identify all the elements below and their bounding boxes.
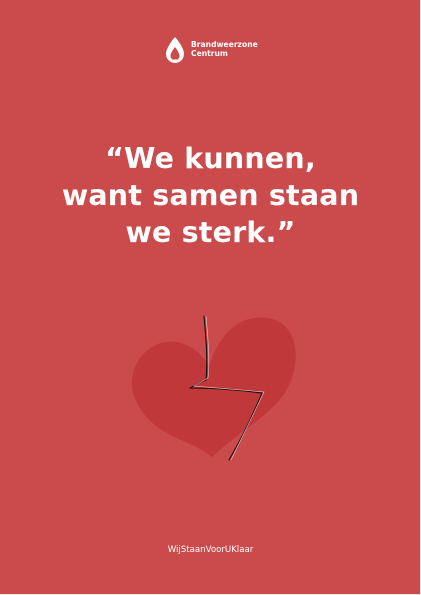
flame-drop-icon: [166, 37, 184, 63]
quote-line-1: “We kunnen,: [105, 142, 316, 175]
quote-line-2: want samen staan: [61, 179, 360, 212]
quote-line-3: we sterk.”: [125, 216, 296, 249]
brand-name: Brandweerzone Centrum: [191, 40, 258, 58]
hashtag-text: WijStaanVoorUKlaar: [167, 545, 254, 555]
quote-heading: “We kunnen, want samen staan we sterk.”: [20, 140, 401, 251]
poster: Brandweerzone Centrum “We kunnen, want s…: [0, 0, 421, 595]
broken-heart-icon: [131, 315, 296, 461]
heart-shape: [131, 317, 296, 457]
brand-name-line2: Centrum: [191, 49, 228, 58]
brand-name-line1: Brandweerzone: [191, 40, 258, 49]
brand-logo: Brandweerzone Centrum: [163, 36, 263, 68]
